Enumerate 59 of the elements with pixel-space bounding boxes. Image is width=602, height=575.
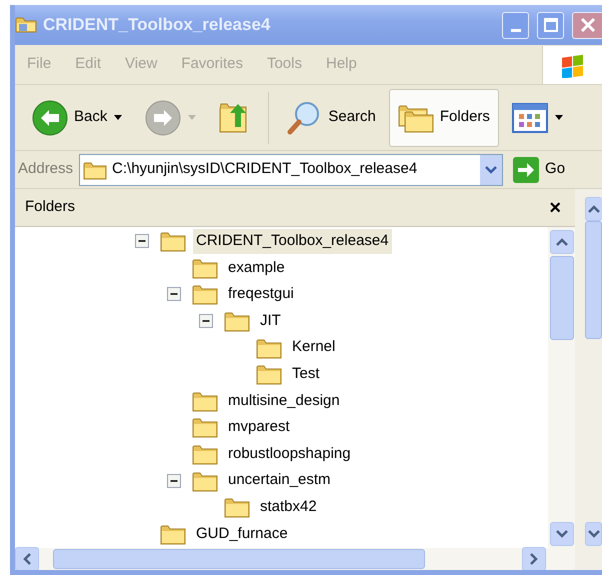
- search-button[interactable]: Search: [277, 88, 385, 146]
- collapse-icon[interactable]: [135, 234, 149, 248]
- collapse-icon[interactable]: [167, 287, 181, 302]
- collapse-icon[interactable]: [167, 474, 181, 488]
- scrollbar-thumb[interactable]: [53, 549, 425, 569]
- scroll-up-button[interactable]: [550, 230, 574, 254]
- caret-icon: [113, 113, 124, 122]
- minimize-icon: [510, 28, 520, 32]
- tree-item[interactable]: multisine_design: [225, 388, 343, 414]
- go-button[interactable]: Go: [509, 156, 570, 182]
- folder-icon: [192, 390, 218, 412]
- tree-item[interactable]: CRIDENT_Toolbox_release4: [193, 229, 392, 254]
- scroll-left-button[interactable]: [15, 547, 39, 570]
- tree-item[interactable]: freqestgui: [225, 282, 297, 307]
- address-label: Address: [18, 159, 74, 180]
- tree-item[interactable]: uncertain_estm: [225, 468, 334, 493]
- tree-item[interactable]: Kernel: [289, 335, 338, 360]
- close-icon: [580, 17, 596, 33]
- pane-title: Folders: [25, 197, 76, 218]
- folder-icon: [83, 160, 108, 180]
- folder-icon: [15, 15, 37, 35]
- folder-icon: [192, 416, 218, 438]
- tree-item[interactable]: mvparest: [225, 415, 293, 440]
- scroll-down-button[interactable]: [550, 522, 574, 546]
- tree-item[interactable]: example: [225, 256, 288, 280]
- scroll-up-button[interactable]: [585, 197, 602, 221]
- folders-icon: [398, 102, 434, 132]
- folder-icon: [192, 256, 218, 279]
- folder-icon: [192, 470, 218, 492]
- folder-icon: [160, 230, 186, 252]
- folder-icon: [256, 363, 282, 386]
- views-icon: [512, 102, 548, 132]
- folder-icon: [160, 522, 186, 545]
- tree-item[interactable]: JIT: [257, 308, 284, 334]
- tree-item[interactable]: robustloopshaping: [225, 442, 354, 466]
- caret-icon: [554, 113, 564, 122]
- scrollbar-thumb[interactable]: [585, 221, 602, 339]
- folder-icon: [224, 496, 250, 518]
- tree-item[interactable]: Test: [289, 362, 323, 387]
- folder-icon: [224, 310, 250, 332]
- scrollbar-thumb[interactable]: [550, 256, 574, 340]
- collapse-icon[interactable]: [199, 314, 213, 328]
- close-pane-button[interactable]: ×: [543, 198, 567, 218]
- folder-icon: [192, 443, 218, 466]
- close-button[interactable]: [572, 12, 602, 38]
- address-field[interactable]: C:\hyunjin\sysID\CRIDENT_Toolbox_release4: [79, 154, 504, 186]
- folders-button[interactable]: Folders: [388, 88, 499, 146]
- caret-icon: [187, 113, 198, 122]
- maximize-button[interactable]: [537, 12, 564, 38]
- minimize-button[interactable]: [502, 12, 529, 38]
- scroll-down-button[interactable]: [585, 522, 602, 546]
- folder-icon: [256, 336, 282, 359]
- tree-item[interactable]: GUD_furnace: [193, 522, 291, 546]
- tree-item[interactable]: statbx42: [257, 494, 320, 520]
- scroll-right-button[interactable]: [522, 547, 546, 570]
- window-title: CRIDENT_Toolbox_release4: [43, 14, 270, 36]
- folder-icon: [192, 283, 218, 306]
- back-button[interactable]: Back: [23, 88, 132, 146]
- maximize-icon: [544, 18, 558, 32]
